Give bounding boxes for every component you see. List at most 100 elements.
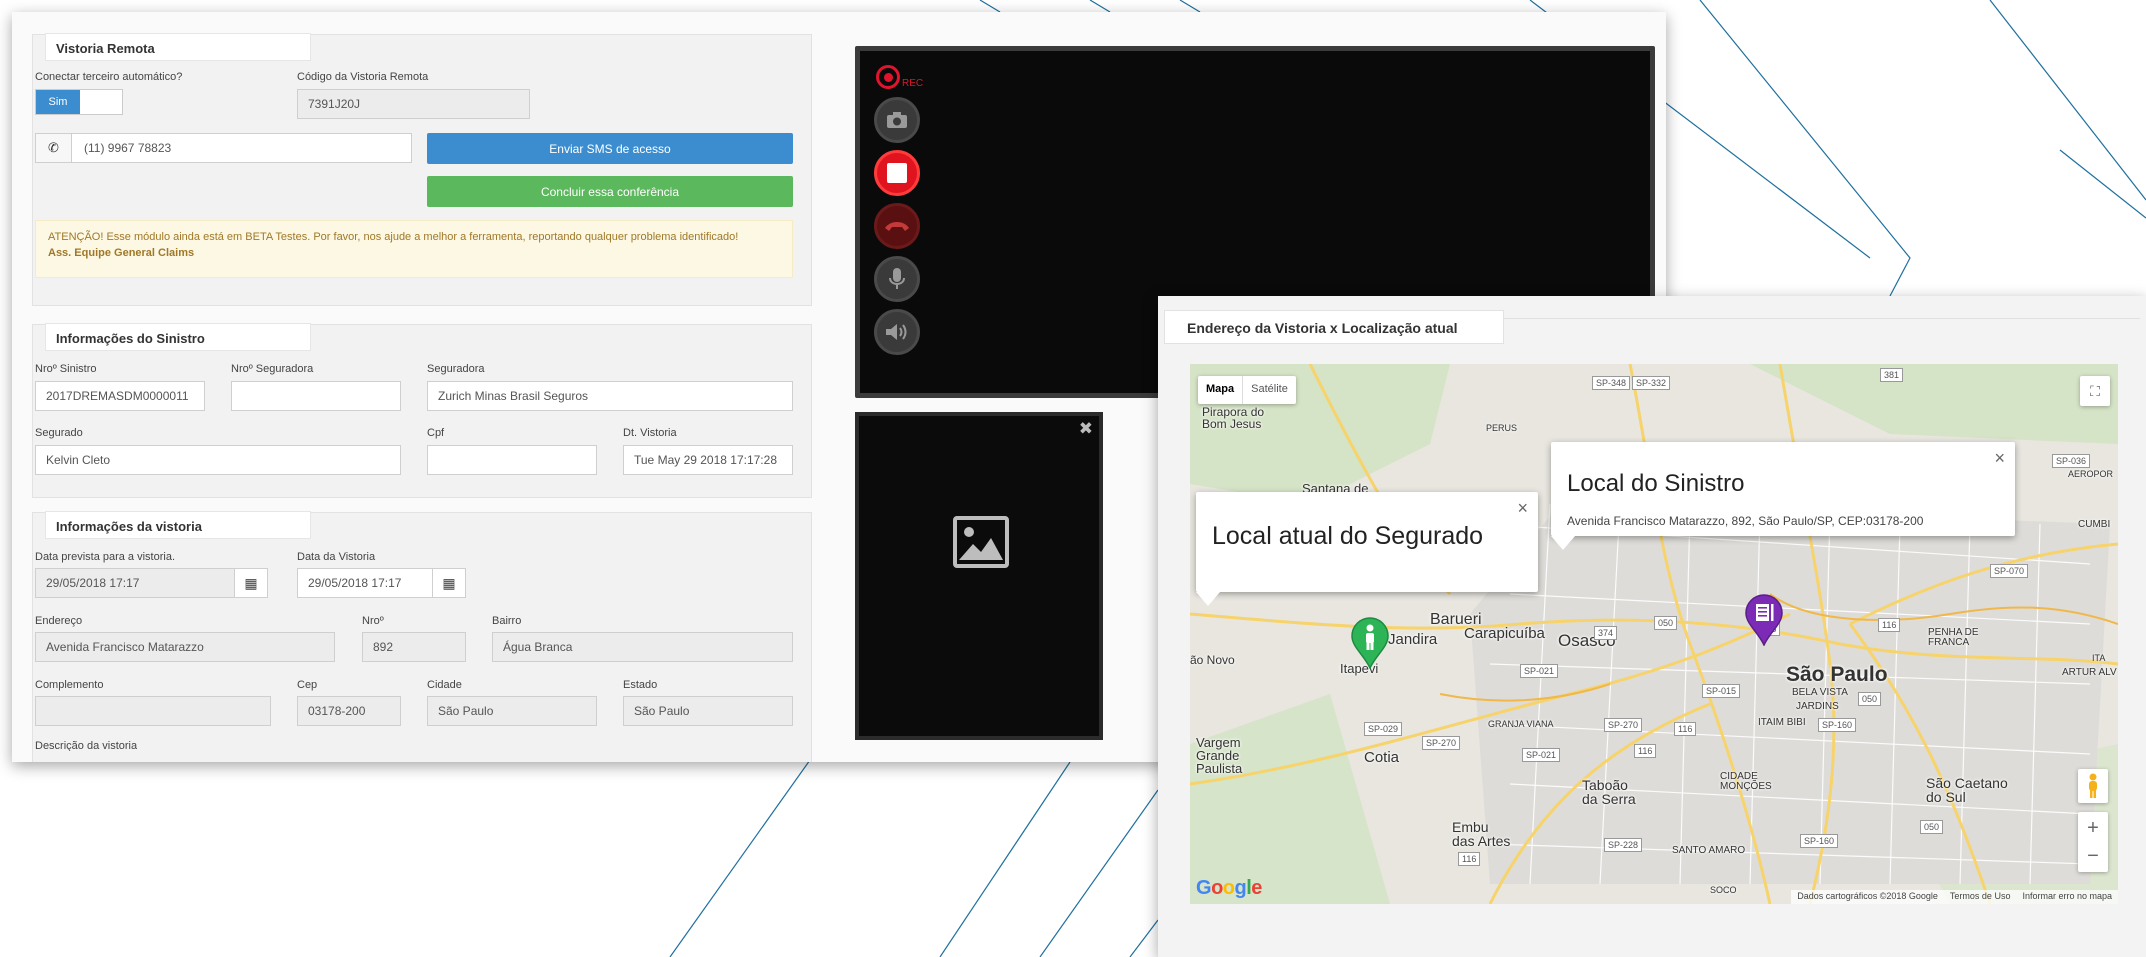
microphone-icon[interactable] [874, 256, 920, 302]
phone-field[interactable]: ✆ (11) 9967 78823 [35, 133, 412, 163]
map-place-label: São Paulo [1786, 663, 1888, 686]
map-place-label: Embu das Artes [1452, 819, 1511, 849]
endereco-label: Endereço [35, 615, 83, 627]
map-place-label: Carapicuíba [1464, 625, 1545, 642]
finish-conference-button[interactable]: Concluir essa conferência [427, 176, 793, 207]
image-placeholder-icon [953, 516, 1009, 568]
recording-indicator: REC [876, 65, 923, 89]
map-road-badge: 050 [1920, 820, 1944, 834]
zoom-out-button[interactable]: − [2087, 842, 2099, 870]
bairro-field[interactable]: Água Branca [492, 632, 793, 662]
marker-sinistro-icon[interactable] [1744, 594, 1784, 647]
map-type-map-button[interactable]: Mapa [1198, 376, 1242, 404]
auto-connect-toggle[interactable]: Sim [35, 89, 123, 115]
close-icon[interactable]: × [1517, 498, 1528, 519]
infowindow-segurado-title: Local atual do Segurado [1212, 522, 1484, 550]
cpf-field[interactable] [427, 445, 597, 475]
map-road-badge: SP-348 [1592, 376, 1631, 390]
stop-icon[interactable] [874, 150, 920, 196]
map-road-badge: SP-270 [1422, 736, 1461, 750]
map-road-badge: SP-228 [1604, 838, 1643, 852]
map-window-title: Endereço da Vistoria x Localização atual [1164, 310, 1504, 344]
map-place-label: JARDINS [1796, 701, 1839, 712]
map-place-label: AEROPOR [2068, 469, 2114, 479]
nro-seguradora-field[interactable] [231, 381, 401, 411]
cidade-label: Cidade [427, 679, 462, 691]
nro-sinistro-field[interactable]: 2017DREMASDM0000011 [35, 381, 205, 411]
calendar-icon[interactable]: ▦ [432, 568, 466, 598]
map-place-label: ARTUR ALV [2062, 667, 2117, 678]
map-place-label: São Caetano do Sul [1926, 775, 2008, 805]
map-place-label: Jandira [1388, 631, 1438, 648]
endereco-field[interactable]: Avenida Francisco Matarazzo [35, 632, 335, 662]
dt-vistoria-field[interactable]: Tue May 29 2018 17:17:28 [623, 445, 793, 475]
close-icon[interactable]: × [1994, 448, 2005, 469]
estado-label: Estado [623, 679, 658, 691]
cep-field[interactable]: 03178-200 [297, 696, 401, 726]
map-report-link[interactable]: Informar erro no mapa [2022, 891, 2112, 903]
map-terms-link[interactable]: Termos de Uso [1950, 891, 2011, 903]
alert-signature: Ass. Equipe General Claims [48, 247, 195, 259]
map-road-badge: SP-029 [1364, 722, 1403, 736]
cidade-field[interactable]: São Paulo [427, 696, 597, 726]
speaker-icon[interactable] [874, 309, 920, 355]
estado-field[interactable]: São Paulo [623, 696, 793, 726]
data-vistoria-label: Data da Vistoria [297, 551, 376, 563]
map-place-label: CIDADE MONÇÕES [1720, 771, 1772, 792]
map-road-badge: SP-021 [1520, 664, 1559, 678]
close-icon[interactable]: ✖ [1079, 419, 1093, 439]
dt-vistoria-label: Dt. Vistoria [623, 427, 677, 439]
nro-field[interactable]: 892 [362, 632, 466, 662]
map-type-control: Mapa Satélite [1198, 376, 1296, 404]
map-road-badge: SP-332 [1632, 376, 1671, 390]
zoom-in-button[interactable]: + [2087, 814, 2099, 842]
pegman-icon[interactable] [2078, 769, 2108, 803]
map-road-badge: 050 [1654, 616, 1678, 630]
map-place-label: SANTO AMARO [1672, 845, 1746, 856]
bairro-label: Bairro [492, 615, 522, 627]
google-logo: Google [1196, 877, 1262, 900]
camera-icon[interactable] [874, 97, 920, 143]
cep-label: Cep [297, 679, 318, 691]
codigo-label: Código da Vistoria Remota [297, 71, 429, 83]
map-road-badge: 116 [1458, 852, 1481, 866]
nro-sinistro-label: Nroº Sinistro [35, 363, 97, 375]
hangup-icon[interactable] [874, 203, 920, 249]
map-place-label: SOCO [1710, 885, 1737, 895]
map-place-label: Cotia [1364, 749, 1400, 766]
map-type-satellite-button[interactable]: Satélite [1242, 376, 1296, 404]
map-road-badge: 116 [1634, 744, 1657, 758]
section-title-sinistro: Informações do Sinistro [45, 323, 311, 351]
infowindow-sinistro: Local do Sinistro Avenida Francisco Mata… [1551, 442, 2015, 550]
map-place-label: ITA [2092, 653, 2106, 663]
calendar-icon[interactable]: ▦ [234, 568, 268, 598]
send-sms-button[interactable]: Enviar SMS de acesso [427, 133, 793, 164]
seguradora-field[interactable]: Zurich Minas Brasil Seguros [427, 381, 793, 411]
phone-value: (11) 9967 78823 [84, 141, 172, 155]
map-place-label: Pirapora do Bom Jesus [1202, 405, 1265, 431]
cpf-label: Cpf [427, 427, 445, 439]
map-place-label: Vargem Grande Paulista [1196, 735, 1243, 776]
segurado-field[interactable]: Kelvin Cleto [35, 445, 401, 475]
section-title-vistoria: Informações da vistoria [45, 511, 311, 539]
codigo-field[interactable]: 7391J20J [297, 89, 530, 119]
map-road-badge: SP-270 [1604, 718, 1643, 732]
google-map[interactable]: Pirapora do Bom Jesus PERUS Santana de Baru… [1190, 364, 2118, 904]
nro-label: Nroº [362, 615, 384, 627]
zoom-control: + − [2078, 812, 2108, 872]
map-road-badge: SP-160 [1800, 834, 1839, 848]
data-prevista-field[interactable]: 29/05/2018 17:17 [35, 568, 235, 598]
data-vistoria-field[interactable]: 29/05/2018 17:17 [297, 568, 433, 598]
photo-preview-panel: ✖ [855, 412, 1103, 740]
map-place-label: GRANJA VIANA [1488, 719, 1554, 729]
infowindow-segurado: Local atual do Segurado × [1196, 492, 1538, 606]
map-road-badge: 116 [1878, 618, 1901, 632]
segurado-label: Segurado [35, 427, 83, 439]
marker-segurado-icon[interactable] [1350, 617, 1390, 670]
fullscreen-icon[interactable]: ⛶ [2080, 376, 2110, 406]
complemento-field[interactable] [35, 696, 271, 726]
map-road-badge: 050 [1858, 692, 1882, 706]
conectar-label: Conectar terceiro automático? [35, 71, 183, 83]
map-road-badge: SP-070 [1990, 564, 2029, 578]
map-place-label: ão Novo [1190, 653, 1235, 667]
